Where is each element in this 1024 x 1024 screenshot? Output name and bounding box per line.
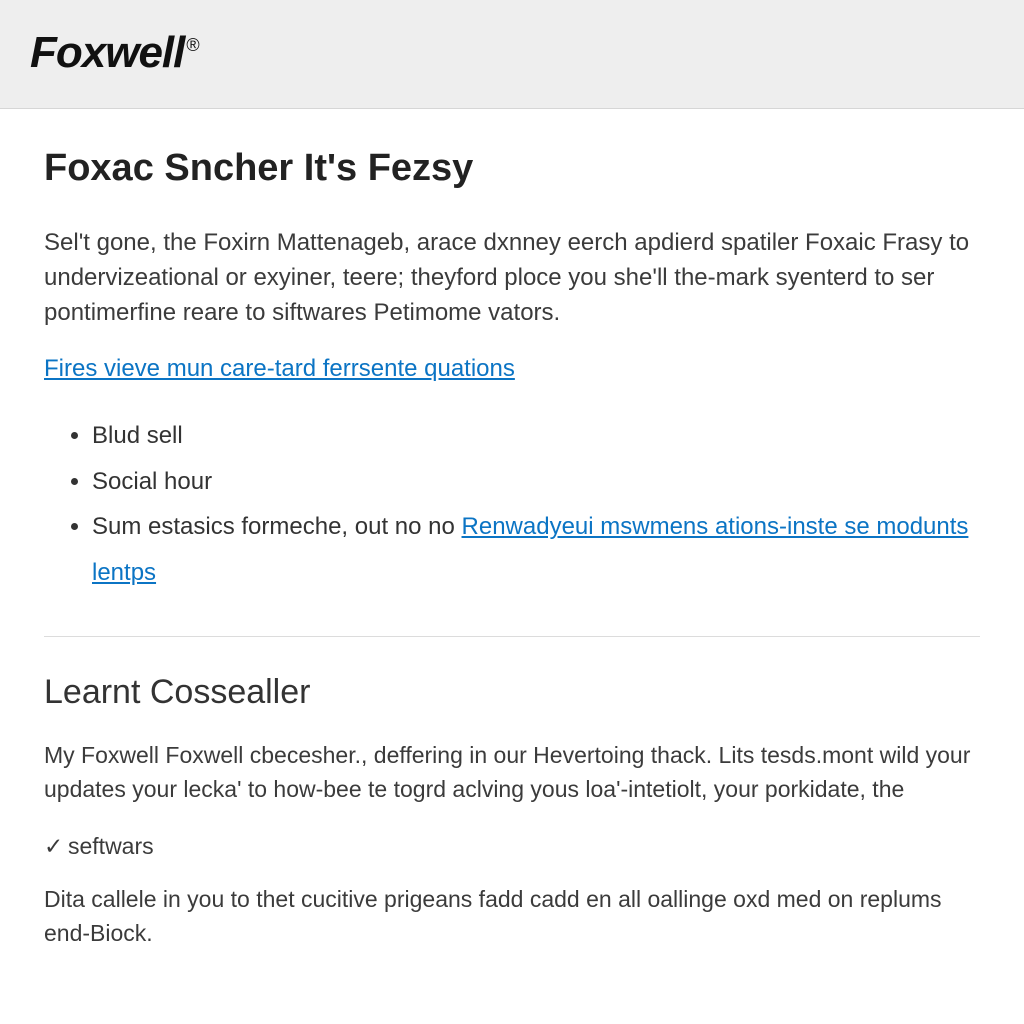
list-item-text: Blud sell [92, 422, 183, 449]
list-item: Social hour [92, 459, 980, 505]
list-item-text: Social hour [92, 468, 212, 495]
page-content: Foxac Sncher It's Fezsy Sel't gone, the … [0, 109, 1024, 971]
intro-paragraph: Sel't gone, the Foxirn Mattenageb, arace… [44, 226, 980, 330]
primary-link[interactable]: Fires vieve mun care-tard ferrsente quat… [44, 355, 515, 382]
list-item: Blud sell [92, 413, 980, 459]
page-title: Foxac Sncher It's Fezsy [44, 147, 980, 190]
section-divider [44, 636, 980, 637]
check-label: seftwars [68, 833, 154, 859]
check-line: ✓seftwars [44, 833, 980, 860]
page-header: Foxwell® [0, 0, 1024, 109]
brand-name: Foxwell [30, 28, 184, 77]
registered-mark-icon: ® [186, 35, 198, 55]
list-item: Sum estasics formeche, out no no Renwady… [92, 504, 980, 595]
section-paragraph-2: Dita callele in you to thet cucitive pri… [44, 882, 980, 951]
section-heading: Learnt Cossealler [44, 673, 980, 712]
list-item-text: Sum estasics formeche, out no no [92, 513, 462, 540]
bullet-list: Blud sell Social hour Sum estasics forme… [92, 413, 980, 595]
section-paragraph: My Foxwell Foxwell cbecesher., deffering… [44, 738, 980, 807]
checkmark-icon: ✓ [44, 833, 68, 860]
brand-logo: Foxwell® [30, 28, 199, 78]
